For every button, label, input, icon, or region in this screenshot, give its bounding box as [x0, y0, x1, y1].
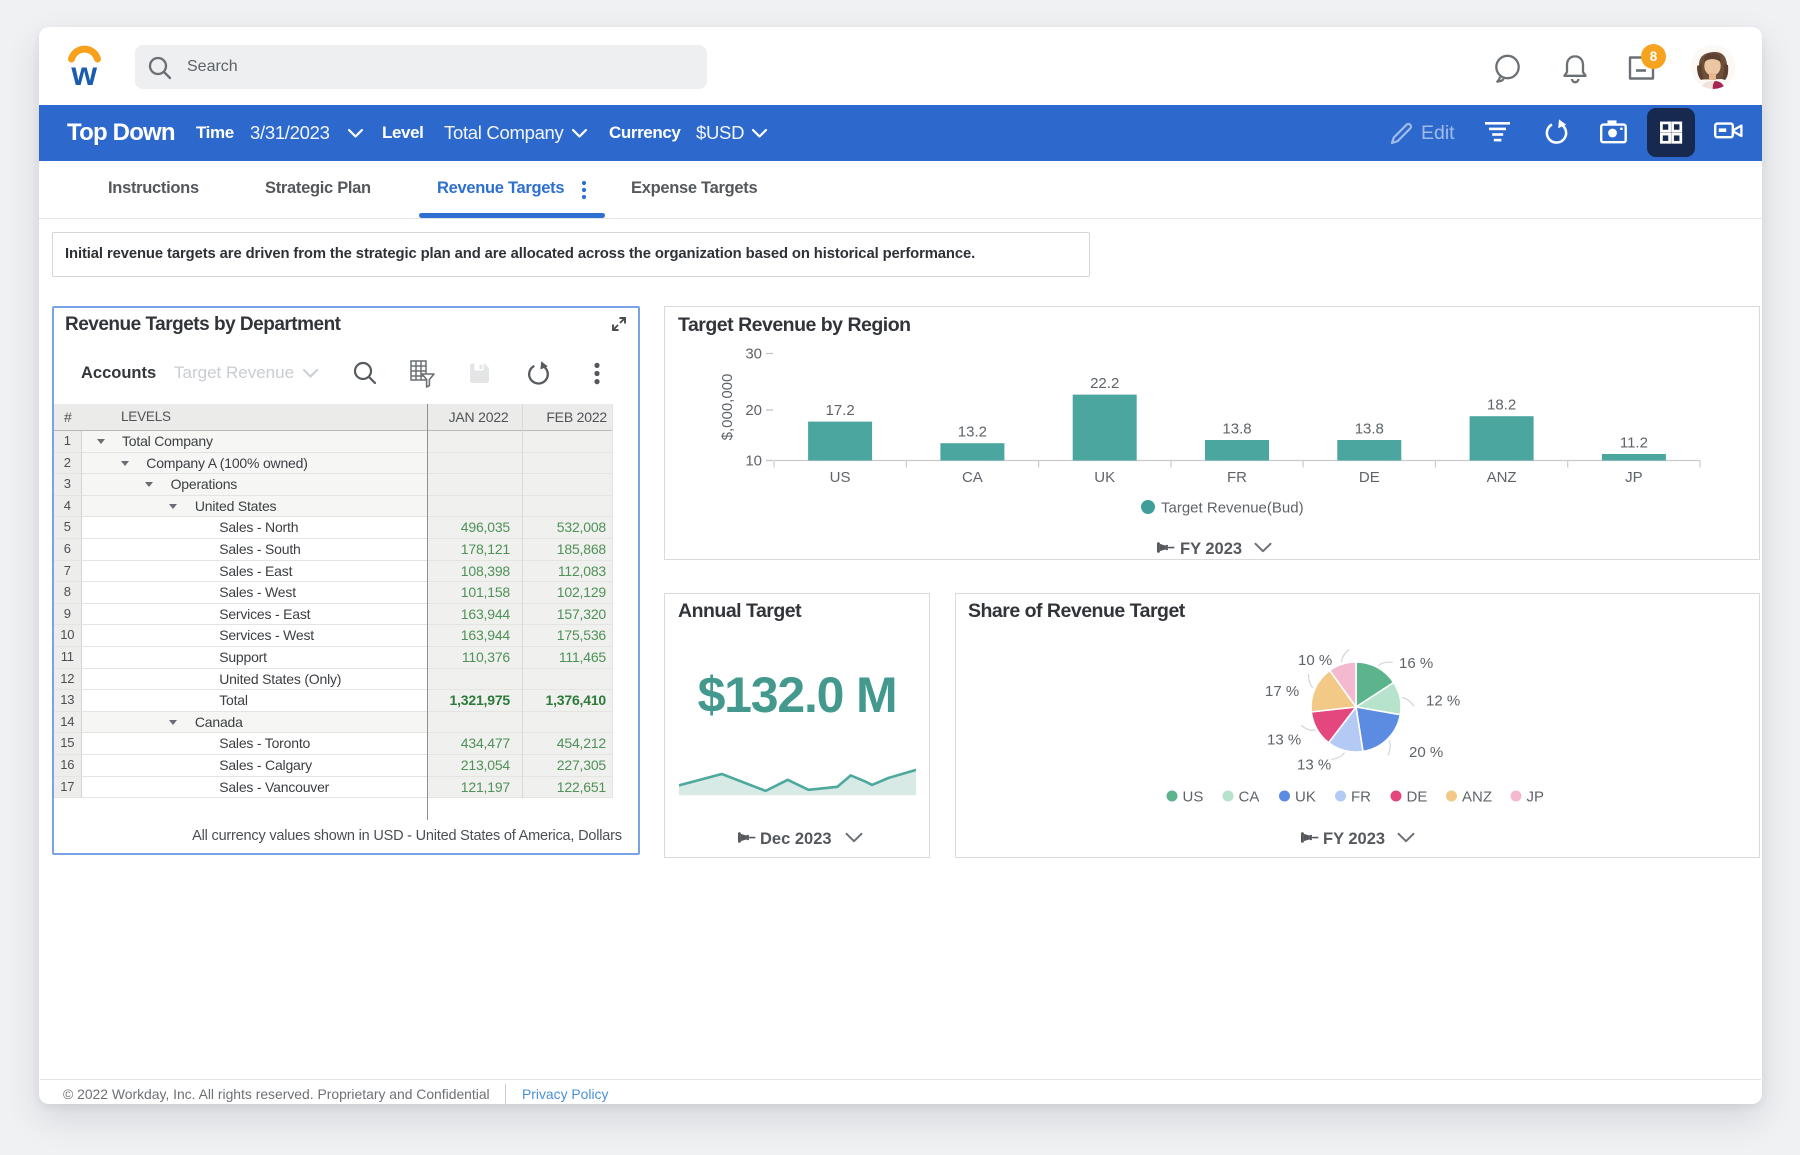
svg-text:FR: FR	[1227, 469, 1247, 486]
svg-text:10: 10	[745, 453, 762, 470]
svg-text:JP: JP	[1625, 469, 1643, 486]
svg-text:ANZ: ANZ	[1487, 469, 1517, 486]
svg-text:20: 20	[745, 402, 762, 419]
svg-text:UK: UK	[1295, 788, 1316, 805]
svg-text:CA: CA	[1239, 788, 1260, 805]
svg-text:DE: DE	[1407, 788, 1428, 805]
svg-text:20 %: 20 %	[1409, 744, 1443, 761]
svg-text:FY 2023: FY 2023	[1323, 830, 1385, 848]
svg-text:22.2: 22.2	[1090, 375, 1119, 392]
svg-text:13.8: 13.8	[1355, 421, 1384, 438]
svg-text:18.2: 18.2	[1487, 397, 1516, 414]
svg-text:$,000,000: $,000,000	[719, 374, 736, 441]
svg-text:US: US	[1183, 788, 1204, 805]
svg-text:17 %: 17 %	[1265, 683, 1299, 700]
svg-text:DE: DE	[1359, 469, 1380, 486]
svg-text:UK: UK	[1094, 469, 1115, 486]
svg-text:FR: FR	[1351, 788, 1371, 805]
svg-text:10 %: 10 %	[1298, 652, 1332, 669]
svg-text:11.2: 11.2	[1620, 435, 1648, 452]
svg-text:30: 30	[745, 346, 762, 363]
svg-text:FY 2023: FY 2023	[1180, 540, 1242, 558]
svg-text:Dec 2023: Dec 2023	[760, 830, 832, 848]
svg-text:13.2: 13.2	[958, 424, 987, 441]
svg-text:Target Revenue(Bud): Target Revenue(Bud)	[1161, 499, 1304, 516]
svg-text:16 %: 16 %	[1399, 655, 1433, 672]
svg-text:17.2: 17.2	[825, 402, 854, 419]
svg-text:12 %: 12 %	[1426, 692, 1460, 709]
svg-text:CA: CA	[962, 469, 983, 486]
svg-text:US: US	[830, 469, 851, 486]
svg-text:13.8: 13.8	[1222, 421, 1251, 438]
svg-text:w: w	[70, 55, 97, 92]
svg-text:ANZ: ANZ	[1462, 788, 1492, 805]
svg-text:JP: JP	[1527, 788, 1545, 805]
svg-text:13 %: 13 %	[1297, 756, 1331, 773]
svg-text:13 %: 13 %	[1267, 731, 1301, 748]
